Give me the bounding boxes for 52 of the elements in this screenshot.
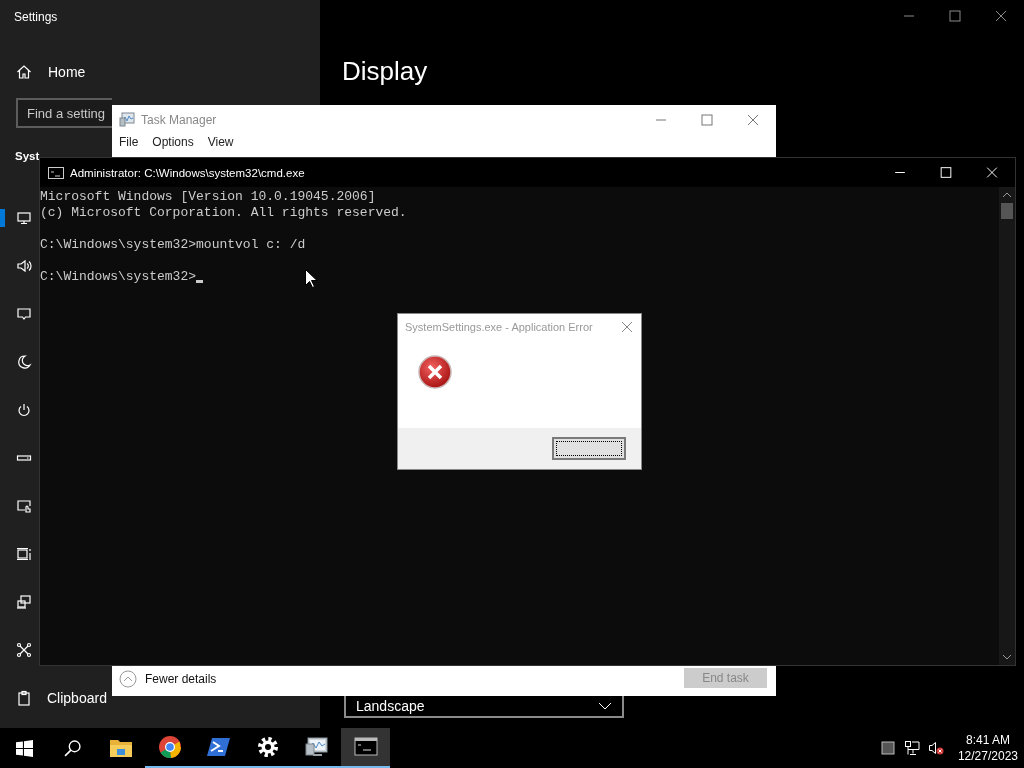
scroll-thumb[interactable] xyxy=(1001,203,1013,219)
search-icon xyxy=(63,739,81,757)
search-field[interactable]: Find a setting xyxy=(16,98,112,128)
mouse-pointer-icon xyxy=(305,269,317,288)
menu-item[interactable]: View xyxy=(207,135,234,149)
display-icon xyxy=(16,210,32,226)
scroll-up-icon[interactable] xyxy=(1003,192,1011,198)
dialog-button[interactable] xyxy=(552,437,626,460)
console-line: Microsoft Windows [Version 10.0.19045.2006] xyxy=(40,189,376,205)
menu-item[interactable]: Options xyxy=(152,135,194,149)
console-icon xyxy=(353,735,378,759)
window-title: Task Manager xyxy=(141,113,218,127)
multitasking-icon xyxy=(16,546,32,562)
chevron-down-icon xyxy=(598,702,612,710)
nav-item[interactable]: Clipboard xyxy=(0,674,111,722)
clock[interactable]: 8:41 AM 12/27/2023 xyxy=(957,732,1018,764)
console-line: (c) Microsoft Corporation. All rights reserved. xyxy=(40,205,407,221)
menu-item[interactable]: File xyxy=(119,135,139,149)
text-cursor xyxy=(196,280,204,283)
section-heading: Syst xyxy=(15,150,40,164)
home-link[interactable]: Home xyxy=(48,64,86,80)
console-line: C:\Windows\system32>mountvol c: /d xyxy=(40,237,306,253)
shared-icon xyxy=(16,642,32,658)
power-icon xyxy=(16,402,32,418)
clipboard-icon xyxy=(16,690,32,706)
scrollbar[interactable] xyxy=(999,187,1015,665)
task-manager-icon xyxy=(119,112,135,128)
taskbar-app[interactable] xyxy=(341,728,390,768)
windows-logo-icon xyxy=(15,739,33,757)
network-icon[interactable] xyxy=(903,740,920,756)
orientation-dropdown[interactable]: Landscape xyxy=(344,696,624,718)
chrome-icon xyxy=(157,735,182,759)
task-manager-icon xyxy=(304,735,329,759)
console-icon xyxy=(48,166,64,179)
fewer-details-link[interactable]: Fewer details xyxy=(145,672,676,686)
tablet-icon xyxy=(16,498,32,514)
sound-icon xyxy=(16,258,32,274)
scroll-down-icon[interactable] xyxy=(1003,654,1011,660)
console-line: C:\Windows\system32> xyxy=(40,269,197,285)
powershell-icon xyxy=(206,735,231,759)
close-button[interactable] xyxy=(621,321,633,333)
home-icon xyxy=(16,64,32,80)
projecting-icon xyxy=(16,594,32,610)
dialog-title: SystemSettings.exe - Application Error xyxy=(405,321,594,333)
window-title: Administrator: C:\Windows\system32\cmd.exe xyxy=(70,166,306,179)
error-icon xyxy=(418,355,452,389)
gear-icon xyxy=(255,735,280,759)
speaker-muted-icon[interactable] xyxy=(927,740,944,756)
window-title: Settings xyxy=(13,9,59,26)
page-title: Display xyxy=(342,56,428,87)
chevron-up-icon[interactable] xyxy=(119,670,137,688)
notifications-icon xyxy=(16,306,32,322)
